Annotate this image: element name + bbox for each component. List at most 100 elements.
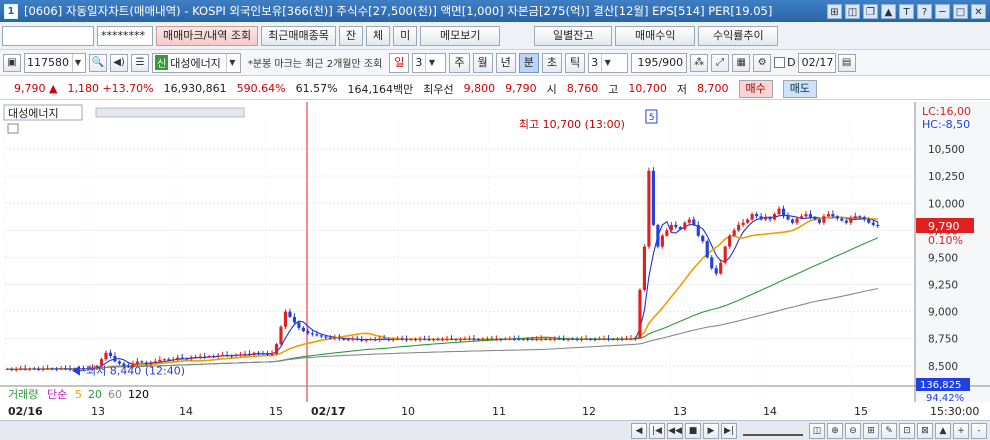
- play-icon[interactable]: ▶: [703, 422, 719, 439]
- speaker-icon[interactable]: ◀): [110, 53, 128, 72]
- candle-body: [858, 216, 862, 218]
- font-icon[interactable]: T: [899, 3, 914, 19]
- memo-button[interactable]: 메모보기: [420, 25, 501, 46]
- volume-legend-item: 60: [108, 388, 122, 401]
- candle-body: [454, 339, 458, 341]
- layout-icon[interactable]: ⊞: [827, 3, 842, 19]
- plus-icon[interactable]: +: [953, 422, 969, 439]
- tab-tick[interactable]: 틱: [565, 52, 586, 73]
- last-icon[interactable]: ▶|: [721, 422, 737, 439]
- chart-settings-icon[interactable]: ▣: [3, 53, 21, 72]
- maximize-icon[interactable]: □: [953, 3, 968, 19]
- password-input[interactable]: ********: [97, 25, 153, 46]
- volume: 16,930,861: [163, 82, 227, 95]
- stock-name-field[interactable]: 신 대성에너지 ▼: [152, 52, 241, 73]
- candle-body: [665, 230, 669, 236]
- count-input[interactable]: 195/900: [631, 52, 688, 73]
- candle-body: [755, 214, 759, 217]
- zoom-out-icon[interactable]: ⊖: [845, 422, 861, 439]
- recent-trades-button[interactable]: 최근매매종목: [261, 25, 336, 46]
- candle-body: [409, 339, 413, 341]
- quote-row: 9,790 ▲ 1,180 +13.70% 16,930,861 590.64%…: [0, 78, 990, 100]
- current-price-text: 9,790: [928, 220, 960, 233]
- zoom-in-icon[interactable]: ⊕: [827, 422, 843, 439]
- collapse-icon[interactable]: ▲: [935, 422, 951, 439]
- minus-icon[interactable]: -: [971, 422, 987, 439]
- tab-week[interactable]: 주: [449, 52, 470, 73]
- trade-amount: 164,164백만: [347, 82, 414, 96]
- draw-icon[interactable]: ✎: [881, 422, 897, 439]
- mark-icon[interactable]: ⁂: [690, 53, 709, 72]
- candle-body: [728, 235, 732, 247]
- chevron-down-icon[interactable]: ▼: [72, 53, 83, 72]
- candle-body: [292, 317, 296, 323]
- candle-body: [297, 322, 301, 328]
- candle-body: [485, 338, 489, 340]
- candle-body: [153, 361, 157, 364]
- candle-body: [526, 338, 530, 340]
- daily-balance-button[interactable]: 일별잔고: [534, 25, 613, 46]
- buy-button[interactable]: 매수: [738, 79, 773, 98]
- period-select[interactable]: 3 ▼: [412, 52, 447, 73]
- candle-body: [315, 334, 319, 336]
- chevron-down-icon[interactable]: ▼: [425, 53, 437, 72]
- candle-body: [602, 338, 606, 340]
- menu-icon[interactable]: ☰: [131, 53, 149, 72]
- candle-body: [431, 339, 436, 341]
- copy-icon[interactable]: ❐: [863, 3, 878, 19]
- chevron-down-icon[interactable]: ▼: [225, 53, 238, 72]
- candle-body: [221, 354, 225, 356]
- date-input[interactable]: 02/17: [797, 52, 836, 73]
- candle-body: [162, 359, 166, 361]
- split-icon[interactable]: ◫: [845, 3, 860, 19]
- candle-body: [140, 361, 144, 363]
- candle-body: [369, 339, 373, 341]
- return-trend-button[interactable]: 수익률추이: [698, 25, 779, 46]
- volume-ratio: 590.64%: [236, 82, 286, 95]
- gear-icon[interactable]: ⚙: [753, 53, 772, 72]
- unfilled-button[interactable]: 미: [393, 25, 418, 46]
- date-checkbox[interactable]: [774, 57, 786, 68]
- balance-button[interactable]: 잔: [338, 25, 364, 46]
- split-view-icon[interactable]: ◫: [809, 422, 825, 439]
- candle-body: [360, 339, 364, 341]
- candle-body: [239, 354, 243, 356]
- candle-body: [328, 337, 332, 339]
- candle-body: [813, 217, 817, 220]
- tab-minute[interactable]: 분: [518, 52, 539, 73]
- search-icon[interactable]: 🔍: [89, 53, 107, 72]
- capture-icon[interactable]: ⊡: [899, 422, 915, 439]
- account-input[interactable]: [2, 25, 94, 46]
- interval-select[interactable]: 3 ▼: [588, 52, 629, 73]
- trade-profit-button[interactable]: 매매수익: [615, 25, 696, 46]
- candle-body: [436, 339, 440, 341]
- grid-icon[interactable]: ▦: [732, 53, 751, 72]
- chevron-down-icon[interactable]: ▼: [601, 53, 613, 72]
- tab-second[interactable]: 초: [541, 52, 563, 73]
- first-icon[interactable]: |◀: [649, 422, 665, 439]
- price-chart[interactable]: 10,50010,25010,0009,7509,5009,2509,0008,…: [0, 102, 990, 420]
- zoom-slider[interactable]: [743, 426, 803, 436]
- tab-year[interactable]: 년: [495, 52, 516, 73]
- trade-mark-button[interactable]: 매매마크/내역 조회: [156, 25, 259, 46]
- minimize-icon[interactable]: ─: [935, 3, 950, 19]
- layout-icon[interactable]: ⊞: [863, 422, 879, 439]
- clear-icon[interactable]: ⊠: [917, 422, 933, 439]
- scroll-left-icon[interactable]: ◀: [631, 422, 647, 439]
- tab-month[interactable]: 월: [472, 52, 493, 73]
- fill-button[interactable]: 체: [366, 25, 391, 46]
- close-icon[interactable]: ✕: [971, 3, 986, 19]
- volume-legend-item: 거래량: [8, 388, 38, 401]
- scale-icon[interactable]: ⤢: [711, 53, 730, 72]
- help-icon[interactable]: ?: [917, 3, 932, 19]
- calendar-icon[interactable]: ▤: [837, 53, 856, 72]
- pin-icon[interactable]: ▲: [881, 3, 896, 19]
- stop-icon[interactable]: ■: [685, 422, 701, 439]
- candle-body: [687, 219, 691, 223]
- candle-body: [203, 356, 207, 358]
- stock-code-select[interactable]: 117580 ▼: [24, 52, 86, 73]
- tab-day[interactable]: 일: [389, 52, 410, 73]
- low-label: 저: [676, 82, 688, 96]
- sell-button[interactable]: 매도: [782, 79, 818, 98]
- rewind-icon[interactable]: ◀◀: [667, 422, 683, 439]
